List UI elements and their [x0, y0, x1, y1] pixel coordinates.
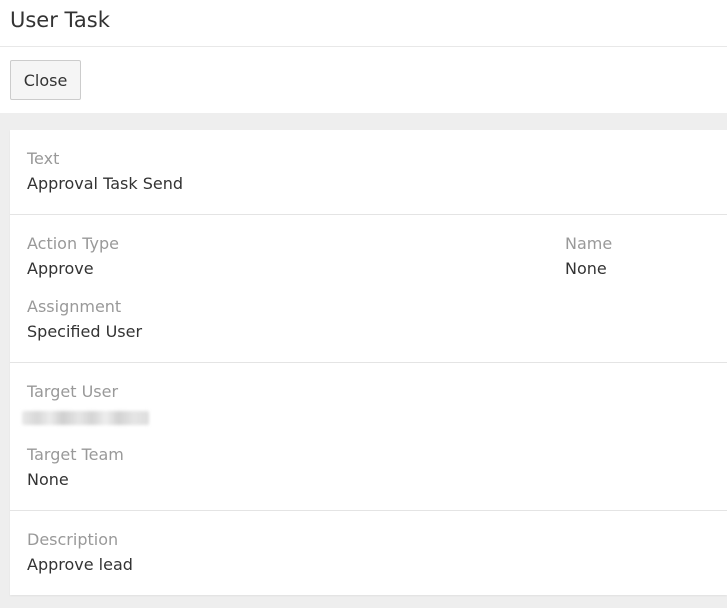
field-label: Name: [565, 234, 613, 253]
field-name: Name None: [565, 234, 612, 279]
field-description: Description Approve lead: [27, 530, 133, 575]
field-action-type: Action Type Approve: [27, 234, 119, 279]
field-target-team: Target Team None: [27, 445, 124, 490]
redacted-user-value: [22, 411, 149, 425]
field-label: Target Team: [27, 445, 124, 464]
field-assignment: Assignment Specified User: [27, 297, 142, 342]
section-text: Text Approval Task Send: [10, 130, 727, 215]
field-label: Description: [27, 530, 119, 549]
page-title: User Task: [10, 8, 110, 32]
field-label: Assignment: [27, 297, 122, 316]
detail-panel: Text Approval Task Send Action Type Appr…: [10, 130, 727, 595]
close-button[interactable]: Close: [10, 60, 81, 100]
field-value: Approve lead: [27, 555, 133, 574]
field-value: None: [27, 470, 69, 489]
section-description: Description Approve lead: [10, 511, 727, 595]
toolbar: Close: [0, 47, 727, 113]
field-target-user: Target User: [22, 382, 149, 425]
field-label: Action Type: [27, 234, 119, 253]
field-value: None: [565, 259, 607, 278]
field-value: Approval Task Send: [27, 174, 183, 193]
field-label: Target User: [27, 382, 119, 401]
field-label: Text: [27, 149, 60, 168]
modal-header: User Task: [0, 0, 727, 47]
field-value: Approve: [27, 259, 94, 278]
section-target: Target User Target Team None: [10, 363, 727, 511]
field-value: Specified User: [27, 322, 143, 341]
section-action: Action Type Approve Name None Assignment…: [10, 215, 727, 363]
field-text: Text Approval Task Send: [27, 149, 183, 194]
